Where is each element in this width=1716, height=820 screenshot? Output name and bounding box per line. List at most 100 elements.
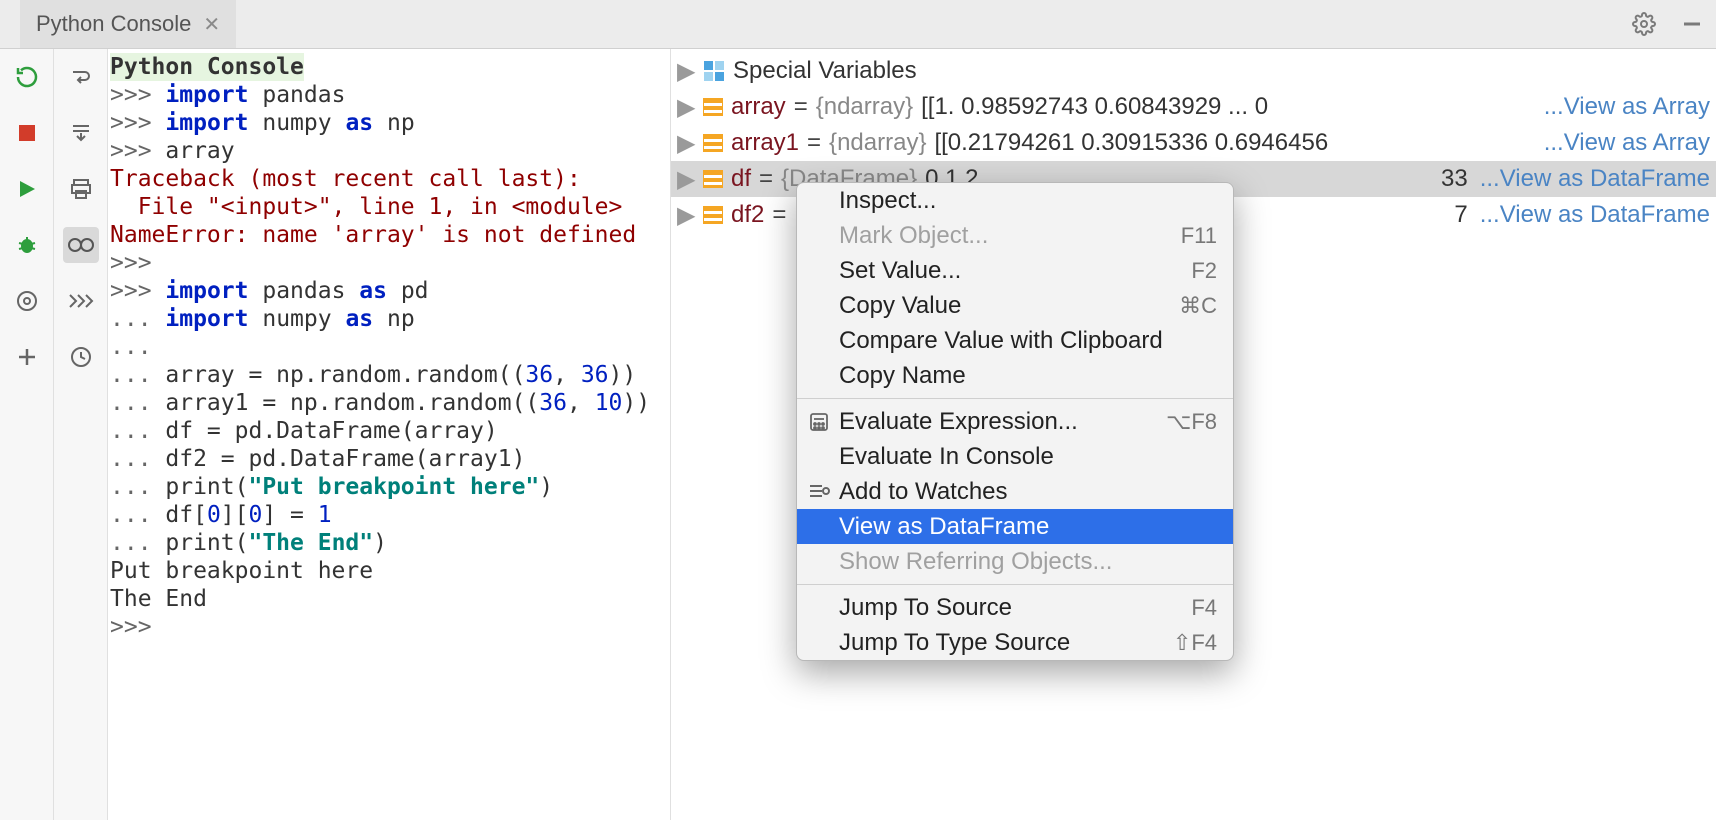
menu-item-label: Jump To Source: [839, 594, 1012, 622]
console-line: ... print("The End"): [108, 529, 670, 557]
menu-item-label: Add to Watches: [839, 478, 1008, 506]
menu-item-shortcut: F2: [1191, 258, 1217, 284]
console-settings-icon[interactable]: [9, 283, 45, 319]
variable-tail: 33: [1441, 165, 1468, 193]
menu-item: Show Referring Objects...: [797, 544, 1233, 579]
menu-item-label: Evaluate In Console: [839, 443, 1054, 471]
menu-item[interactable]: Evaluate In Console: [797, 439, 1233, 474]
variable-type: {ndarray}: [829, 129, 926, 157]
console-line: ... df = pd.DataFrame(array): [108, 417, 670, 445]
settings-gear-icon[interactable]: [1620, 0, 1668, 48]
menu-item[interactable]: Compare Value with Clipboard: [797, 323, 1233, 358]
object-icon: [703, 134, 723, 152]
console-line: ... df[0][0] = 1: [108, 501, 670, 529]
show-variables-icon[interactable]: [63, 227, 99, 263]
tab-python-console[interactable]: Python Console ✕: [20, 0, 236, 48]
console-line: Traceback (most recent call last):: [108, 165, 670, 193]
variable-name: df: [731, 165, 751, 193]
watches-icon: [807, 480, 831, 504]
console-output[interactable]: Python Console>>> import pandas>>> impor…: [108, 49, 670, 820]
menu-separator: [797, 398, 1233, 399]
variable-row[interactable]: ▶array1 = {ndarray} [[0.21794261 0.30915…: [671, 125, 1716, 161]
menu-item[interactable]: View as DataFrame: [797, 509, 1233, 544]
console-line: Put breakpoint here: [108, 557, 670, 585]
console-line: File "<input>", line 1, in <module>: [108, 193, 670, 221]
variable-label: Special Variables: [733, 57, 917, 85]
tab-label: Python Console: [36, 11, 191, 37]
new-console-icon[interactable]: [9, 339, 45, 375]
variable-name: array1: [731, 129, 799, 157]
expand-triangle-icon[interactable]: ▶: [677, 201, 695, 230]
special-vars-icon: [703, 60, 725, 82]
view-as-link[interactable]: ...View as DataFrame: [1480, 165, 1710, 193]
console-title: Python Console: [110, 53, 304, 81]
history-icon[interactable]: [63, 339, 99, 375]
expand-triangle-icon[interactable]: ▶: [677, 129, 695, 158]
menu-item-label: Set Value...: [839, 257, 961, 285]
menu-item[interactable]: Copy Name: [797, 358, 1233, 393]
menu-item[interactable]: Inspect...: [797, 183, 1233, 218]
menu-item[interactable]: Evaluate Expression... ⌥F8: [797, 404, 1233, 439]
menu-item-label: Copy Value: [839, 292, 961, 320]
view-as-link[interactable]: ...View as Array: [1544, 93, 1710, 121]
minimize-icon[interactable]: [1668, 0, 1716, 48]
editor-column: [54, 49, 108, 820]
menu-item-shortcut: F4: [1191, 595, 1217, 621]
menu-item[interactable]: Copy Value ⌘C: [797, 288, 1233, 323]
calculator-icon: [807, 410, 831, 434]
menu-item: Mark Object... F11: [797, 218, 1233, 253]
debug-icon[interactable]: [9, 227, 45, 263]
console-line: ... array1 = np.random.random((36, 10)): [108, 389, 670, 417]
expand-triangle-icon[interactable]: ▶: [677, 93, 695, 122]
console-line: ... import numpy as np: [108, 305, 670, 333]
menu-item-shortcut: ⌥F8: [1166, 409, 1217, 435]
menu-item-label: Mark Object...: [839, 222, 988, 250]
object-icon: [703, 170, 723, 188]
object-icon: [703, 98, 723, 116]
menu-item-label: Copy Name: [839, 362, 966, 390]
browse-history-icon[interactable]: [63, 283, 99, 319]
menu-item[interactable]: Set Value... F2: [797, 253, 1233, 288]
console-line: >>> array: [108, 137, 670, 165]
stop-icon[interactable]: [9, 115, 45, 151]
menu-item-shortcut: ⌘C: [1179, 293, 1217, 319]
menu-item-label: Compare Value with Clipboard: [839, 327, 1163, 355]
panel-header: Python Console ✕: [0, 0, 1716, 49]
softwrap-icon[interactable]: [63, 59, 99, 95]
console-line: >>> import pandas as pd: [108, 277, 670, 305]
menu-item-shortcut: F11: [1181, 223, 1217, 249]
console-line: >>> import numpy as np: [108, 109, 670, 137]
view-as-link[interactable]: ...View as DataFrame: [1480, 201, 1710, 229]
console-line: >>> import pandas: [108, 81, 670, 109]
console-line: ...: [108, 333, 670, 361]
menu-item[interactable]: Jump To Source F4: [797, 590, 1233, 625]
console-line: The End: [108, 585, 670, 613]
rerun-icon[interactable]: [9, 59, 45, 95]
console-line: ... array = np.random.random((36, 36)): [108, 361, 670, 389]
variable-name: array: [731, 93, 786, 121]
menu-item[interactable]: Jump To Type Source⇧F4: [797, 625, 1233, 660]
menu-item-label: Show Referring Objects...: [839, 548, 1112, 576]
scroll-to-end-icon[interactable]: [63, 115, 99, 151]
menu-item-shortcut: ⇧F4: [1173, 630, 1217, 656]
menu-item-label: View as DataFrame: [839, 513, 1049, 541]
console-line: ... print("Put breakpoint here"): [108, 473, 670, 501]
variable-row[interactable]: ▶ Special Variables: [671, 53, 1716, 89]
console-line: ... df2 = pd.DataFrame(array1): [108, 445, 670, 473]
expand-triangle-icon[interactable]: ▶: [677, 57, 695, 86]
view-as-link[interactable]: ...View as Array: [1544, 129, 1710, 157]
variable-value: [[1. 0.98592743 0.60843929 ... 0: [921, 93, 1268, 121]
variable-value: [[0.21794261 0.30915336 0.6946456: [934, 129, 1328, 157]
variable-type: {ndarray}: [816, 93, 913, 121]
print-icon[interactable]: [63, 171, 99, 207]
context-menu: Inspect... Mark Object... F11 Set Value... F…: [796, 182, 1234, 661]
object-icon: [703, 206, 723, 224]
variable-name: df2: [731, 201, 764, 229]
menu-separator: [797, 584, 1233, 585]
run-icon[interactable]: [9, 171, 45, 207]
menu-item-label: Evaluate Expression...: [839, 408, 1078, 436]
menu-item[interactable]: Add to Watches: [797, 474, 1233, 509]
expand-triangle-icon[interactable]: ▶: [677, 165, 695, 194]
variable-row[interactable]: ▶array = {ndarray} [[1. 0.98592743 0.608…: [671, 89, 1716, 125]
close-icon[interactable]: ✕: [203, 12, 220, 37]
